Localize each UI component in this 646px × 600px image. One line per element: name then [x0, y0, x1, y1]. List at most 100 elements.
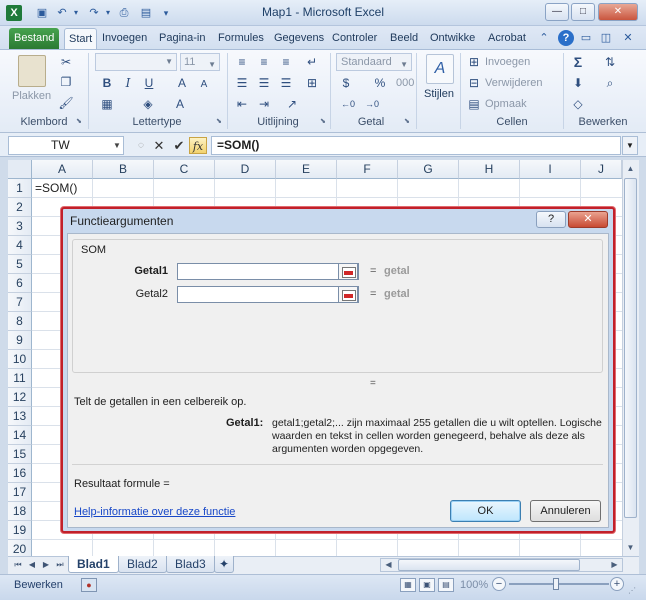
scroll-right-icon[interactable]: ▶ [607, 558, 622, 571]
number-format-combo[interactable]: Standaard ▼ [336, 53, 412, 71]
merge-center-icon[interactable]: ⊞ [304, 75, 320, 91]
row-header[interactable]: 11 [8, 369, 32, 388]
font-color-icon[interactable]: A [172, 96, 188, 112]
zoom-in-icon[interactable]: + [610, 577, 624, 591]
fill-icon[interactable]: ⬇ [570, 75, 586, 91]
column-header[interactable]: J [581, 160, 622, 179]
column-header[interactable]: E [276, 160, 337, 179]
horizontal-scroll-thumb[interactable] [398, 559, 580, 571]
column-header[interactable]: H [459, 160, 520, 179]
styles-icon[interactable]: A [426, 54, 454, 84]
row-header[interactable]: 7 [8, 293, 32, 312]
font-size-combo[interactable]: 11 ▼ [180, 53, 220, 71]
percent-button[interactable]: % [372, 75, 388, 91]
cancel-button[interactable]: Annuleren [530, 500, 601, 522]
prev-sheet-icon[interactable]: ◀ [26, 558, 38, 572]
tab-data[interactable]: Gegevens [270, 28, 328, 49]
close-window-button[interactable]: ✕ [598, 3, 638, 21]
zoom-level[interactable]: 100% [460, 579, 488, 591]
increase-decimal-icon[interactable]: ←0 [340, 96, 356, 112]
row-header[interactable]: 12 [8, 388, 32, 407]
ok-button[interactable]: OK [450, 500, 521, 522]
help-icon[interactable]: ? [558, 30, 574, 46]
formula-input[interactable]: =SOM() [211, 136, 621, 155]
clipboard-launcher-icon[interactable]: ⬊ [76, 118, 84, 126]
collapse-dialog-icon[interactable] [338, 286, 358, 303]
paste-icon[interactable] [18, 55, 46, 87]
increase-indent-icon[interactable]: ⇥ [256, 96, 272, 112]
tab-formulas[interactable]: Formules [214, 28, 268, 49]
row-header[interactable]: 18 [8, 502, 32, 521]
name-box[interactable]: TW [8, 136, 124, 155]
dialog-close-button[interactable]: ✕ [568, 211, 608, 228]
thousands-separator-button[interactable]: 000 [396, 75, 414, 91]
arg-input-getal2[interactable] [177, 286, 359, 303]
alignment-launcher-icon[interactable]: ⬊ [320, 118, 328, 126]
font-launcher-icon[interactable]: ⬊ [216, 118, 224, 126]
row-header[interactable]: 6 [8, 274, 32, 293]
find-select-icon[interactable]: ⌕ [602, 75, 618, 91]
align-center-icon[interactable]: ☰ [256, 75, 272, 91]
restore-button[interactable]: □ [571, 3, 595, 21]
align-top-icon[interactable]: ≡ [234, 54, 250, 70]
clear-icon[interactable]: ◇ [570, 96, 586, 112]
last-sheet-icon[interactable]: ⏭ [54, 558, 66, 572]
scroll-down-icon[interactable]: ▼ [623, 540, 638, 555]
minimize-button[interactable]: — [545, 3, 569, 21]
insert-cells-icon[interactable]: ⊞ [466, 54, 482, 70]
column-header[interactable]: F [337, 160, 398, 179]
tab-view[interactable]: Beeld [386, 28, 422, 49]
insert-cells-button[interactable]: Invoegen [485, 54, 530, 70]
column-header[interactable]: A [32, 160, 93, 179]
row-header[interactable]: 8 [8, 312, 32, 331]
row-header[interactable]: 4 [8, 236, 32, 255]
row-header[interactable]: 17 [8, 483, 32, 502]
row-header[interactable]: 13 [8, 407, 32, 426]
scroll-left-icon[interactable]: ◀ [381, 558, 396, 571]
row-header[interactable]: 16 [8, 464, 32, 483]
sheet-tab-blad3[interactable]: Blad3 [166, 556, 215, 573]
align-right-icon[interactable]: ☰ [278, 75, 294, 91]
row-header[interactable]: 19 [8, 521, 32, 540]
delete-cells-button[interactable]: Verwijderen [485, 75, 542, 91]
expand-formula-bar-icon[interactable]: ▼ [622, 136, 638, 155]
row-header[interactable]: 1 [8, 179, 32, 198]
align-middle-icon[interactable]: ≡ [256, 54, 272, 70]
tab-page-layout[interactable]: Pagina-in [155, 28, 209, 49]
decrease-indent-icon[interactable]: ⇤ [234, 96, 250, 112]
format-painter-icon[interactable]: 🖌 [58, 95, 74, 111]
select-all-corner[interactable] [8, 160, 32, 179]
page-layout-view-icon[interactable]: ▣ [419, 578, 435, 592]
tab-review[interactable]: Controler [328, 28, 381, 49]
paste-button-label[interactable]: Plakken [12, 88, 51, 104]
delete-cells-icon[interactable]: ⊟ [466, 75, 482, 91]
name-box-dropdown-icon[interactable]: ▼ [113, 141, 121, 150]
italic-button[interactable]: I [120, 75, 136, 91]
shrink-font-icon[interactable]: A [196, 77, 212, 93]
tab-insert[interactable]: Invoegen [98, 28, 151, 49]
tab-acrobat[interactable]: Acrobat [484, 28, 530, 49]
format-cells-button[interactable]: Opmaak [485, 96, 527, 112]
collapse-dialog-icon[interactable] [338, 263, 358, 280]
column-header[interactable]: G [398, 160, 459, 179]
scroll-up-icon[interactable]: ▲ [623, 161, 638, 176]
first-sheet-icon[interactable]: ⏮ [12, 558, 24, 572]
number-launcher-icon[interactable]: ⬊ [404, 118, 412, 126]
vertical-scroll-thumb[interactable] [624, 178, 637, 518]
insert-function-icon[interactable]: fx [189, 137, 207, 154]
row-header[interactable]: 10 [8, 350, 32, 369]
doc-minimize-icon[interactable]: ▭ [578, 30, 594, 46]
font-name-combo[interactable]: ▼ [95, 53, 177, 71]
tab-home[interactable]: Start [64, 28, 98, 49]
column-header[interactable]: B [93, 160, 154, 179]
page-break-view-icon[interactable]: ▤ [438, 578, 454, 592]
styles-button-label[interactable]: Stijlen [424, 86, 454, 102]
sheet-tab-blad2[interactable]: Blad2 [118, 556, 167, 573]
tab-file[interactable]: Bestand [9, 28, 60, 49]
column-header[interactable]: C [154, 160, 215, 179]
row-header[interactable]: 9 [8, 331, 32, 350]
decrease-decimal-icon[interactable]: →0 [364, 96, 380, 112]
wrap-text-icon[interactable]: ↵ [304, 54, 320, 70]
autosum-icon[interactable]: Σ [570, 54, 586, 70]
dialog-help-button[interactable]: ? [536, 211, 566, 228]
